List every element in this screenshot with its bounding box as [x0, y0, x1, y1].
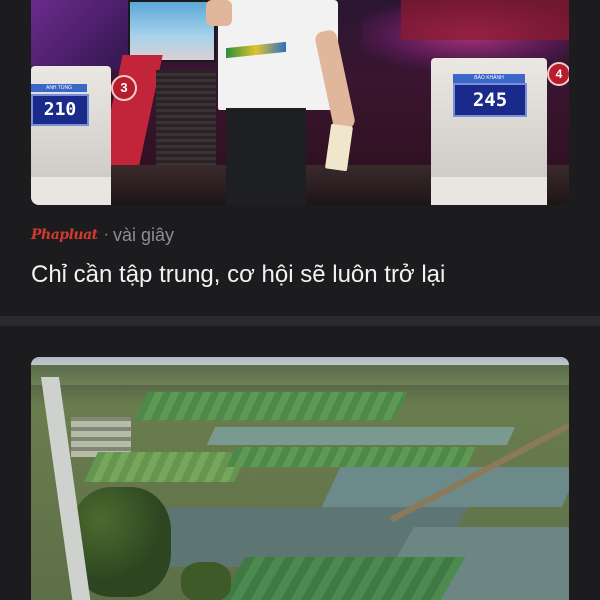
publish-time: vài giây [112, 224, 174, 245]
water-channel [206, 427, 516, 445]
feed-divider [0, 316, 600, 326]
contestant-podium: ANH TÙNG 210 [31, 66, 111, 205]
village-houses [71, 417, 131, 457]
stage-decor [401, 0, 569, 40]
host-figure [206, 0, 357, 205]
podium-score: 210 [31, 94, 89, 126]
host-pants [226, 108, 306, 205]
tree-cluster [181, 562, 231, 600]
meta-separator: · [103, 226, 109, 243]
podium-base [31, 177, 111, 205]
field-plot [226, 447, 476, 467]
podium-base [431, 177, 547, 205]
news-card[interactable] [0, 326, 600, 600]
source-logo[interactable]: Phapluat [31, 227, 98, 243]
podium-name: ANH TÙNG [31, 84, 87, 92]
field-plot [216, 557, 466, 600]
news-card[interactable]: ANH TÙNG 210 3 BẢO KHÁNH 245 4 Phapluat … [0, 0, 600, 316]
podium-number: 4 [547, 62, 569, 86]
contestant-podium: BẢO KHÁNH 245 [431, 58, 547, 205]
podium-name: BẢO KHÁNH [453, 74, 525, 83]
host-hand [206, 0, 232, 26]
podium-number: 3 [111, 75, 137, 101]
article-thumbnail[interactable]: ANH TÙNG 210 3 BẢO KHÁNH 245 4 [31, 0, 569, 205]
article-headline[interactable]: Chỉ cần tập trung, cơ hội sẽ luôn trở lạ… [31, 258, 571, 292]
podium-score: 245 [453, 83, 527, 117]
stage-screen [128, 0, 216, 62]
article-meta: Phapluat · vài giây [31, 224, 174, 246]
road [41, 377, 93, 600]
field-plot [84, 452, 248, 482]
field-plot [134, 392, 408, 420]
horizon-treeline [31, 365, 569, 385]
article-thumbnail[interactable] [31, 357, 569, 600]
